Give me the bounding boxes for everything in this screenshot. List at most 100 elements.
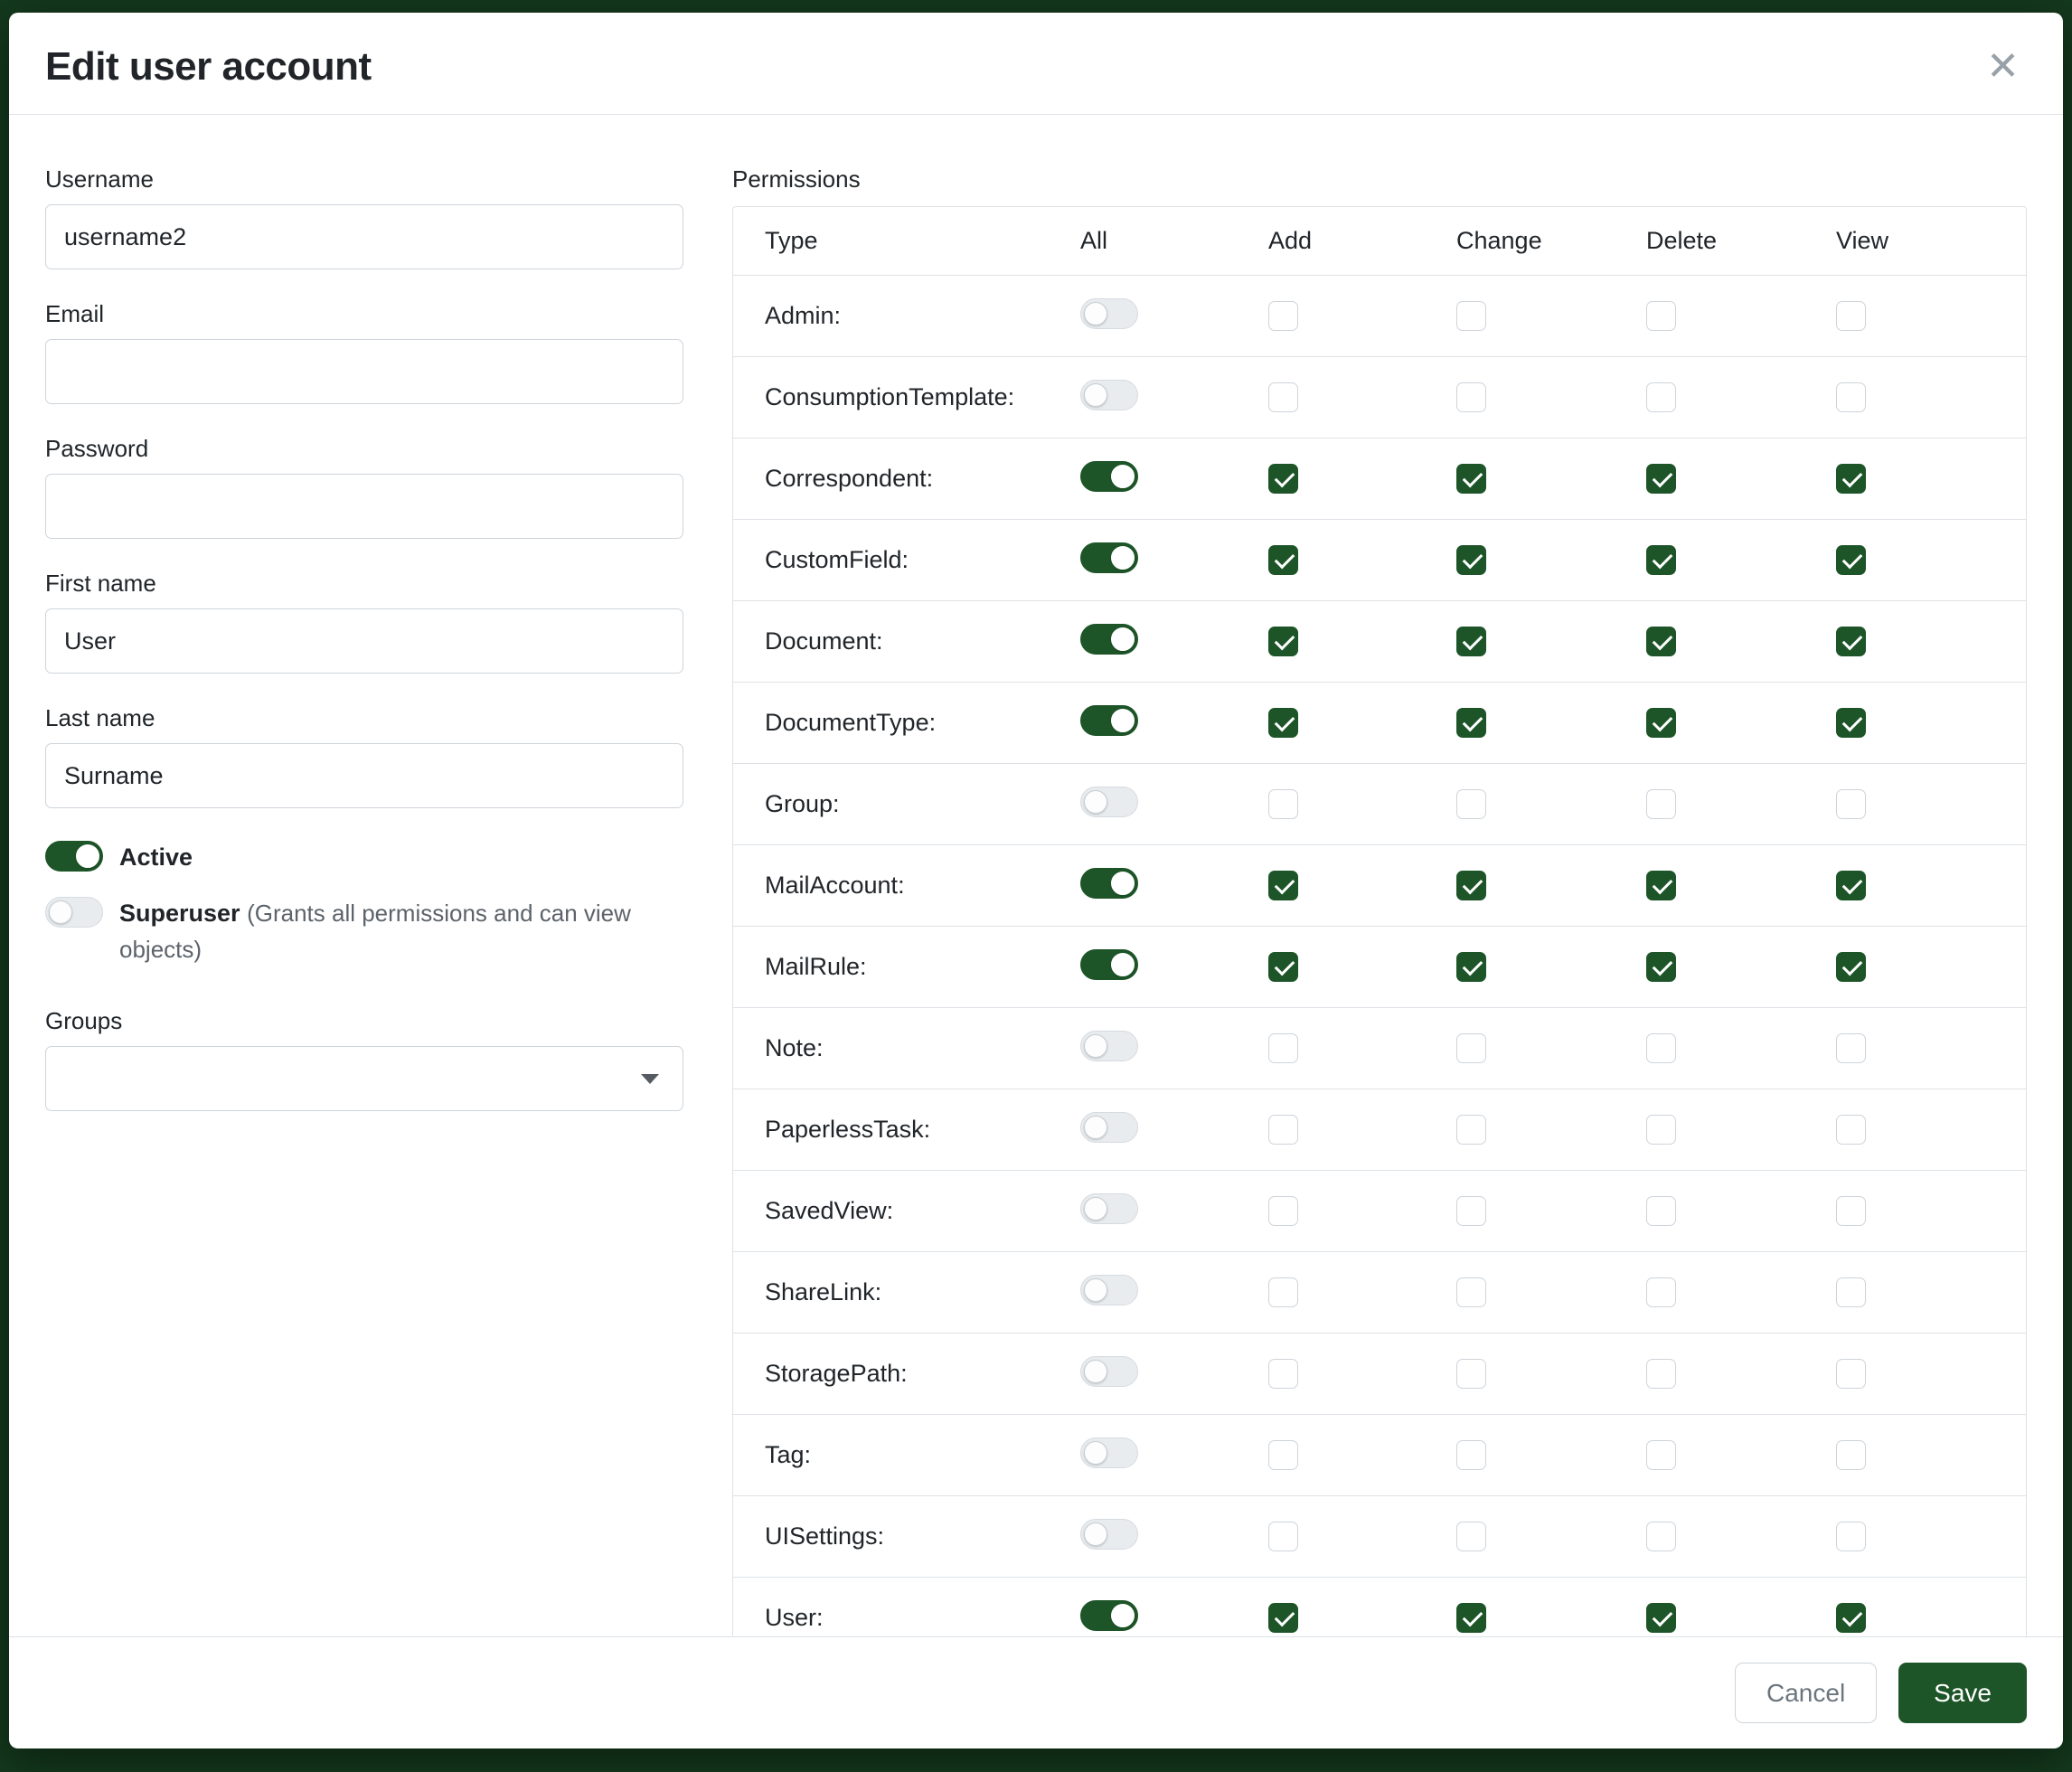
permission-delete-checkbox[interactable] [1646, 1359, 1676, 1389]
permission-change-checkbox[interactable] [1456, 1359, 1486, 1389]
permission-add-checkbox[interactable] [1268, 871, 1298, 900]
permission-change-checkbox[interactable] [1456, 1033, 1486, 1063]
permission-all-toggle[interactable] [1080, 949, 1138, 980]
permission-change-checkbox[interactable] [1456, 545, 1486, 575]
permission-change-checkbox[interactable] [1456, 301, 1486, 331]
permission-delete-checkbox[interactable] [1646, 1115, 1676, 1145]
permission-delete-checkbox[interactable] [1646, 1033, 1676, 1063]
permission-add-checkbox[interactable] [1268, 1522, 1298, 1551]
permission-delete-checkbox[interactable] [1646, 1603, 1676, 1633]
permission-view-checkbox[interactable] [1836, 1522, 1866, 1551]
permission-add-checkbox[interactable] [1268, 708, 1298, 738]
permission-add-checkbox[interactable] [1268, 1033, 1298, 1063]
permission-view-checkbox[interactable] [1836, 1033, 1866, 1063]
permission-add-checkbox[interactable] [1268, 1440, 1298, 1470]
email-input[interactable] [45, 339, 683, 404]
permission-all-toggle[interactable] [1080, 705, 1138, 736]
permission-view-checkbox[interactable] [1836, 708, 1866, 738]
permission-all-toggle[interactable] [1080, 542, 1138, 573]
permission-delete-checkbox[interactable] [1646, 382, 1676, 412]
permission-delete-checkbox[interactable] [1646, 1522, 1676, 1551]
permission-delete-checkbox[interactable] [1646, 464, 1676, 494]
permission-add-checkbox[interactable] [1268, 382, 1298, 412]
permission-delete-checkbox[interactable] [1646, 1440, 1676, 1470]
permission-view-checkbox[interactable] [1836, 952, 1866, 982]
permission-view-checkbox[interactable] [1836, 382, 1866, 412]
permission-change-checkbox[interactable] [1456, 1603, 1486, 1633]
permission-view-checkbox[interactable] [1836, 545, 1866, 575]
permission-add-checkbox[interactable] [1268, 301, 1298, 331]
permission-change-checkbox[interactable] [1456, 382, 1486, 412]
permission-add-checkbox[interactable] [1268, 952, 1298, 982]
permission-view-checkbox[interactable] [1836, 1277, 1866, 1307]
permission-add-checkbox[interactable] [1268, 464, 1298, 494]
permission-all-toggle[interactable] [1080, 1193, 1138, 1224]
permission-change-checkbox[interactable] [1456, 708, 1486, 738]
groups-select[interactable] [45, 1046, 683, 1111]
permission-add-checkbox[interactable] [1268, 1603, 1298, 1633]
permission-add-checkbox[interactable] [1268, 545, 1298, 575]
cancel-button[interactable]: Cancel [1735, 1663, 1877, 1723]
permission-view-checkbox[interactable] [1836, 1603, 1866, 1633]
permission-change-checkbox[interactable] [1456, 627, 1486, 656]
permission-view-checkbox[interactable] [1836, 1359, 1866, 1389]
permission-change-checkbox[interactable] [1456, 1277, 1486, 1307]
save-button[interactable]: Save [1898, 1663, 2027, 1723]
permission-view-checkbox[interactable] [1836, 464, 1866, 494]
permission-view-checkbox[interactable] [1836, 1440, 1866, 1470]
permission-add-checkbox[interactable] [1268, 1196, 1298, 1226]
password-input[interactable] [45, 474, 683, 539]
permission-delete-checkbox[interactable] [1646, 627, 1676, 656]
last-name-input[interactable] [45, 743, 683, 808]
permission-view-checkbox[interactable] [1836, 871, 1866, 900]
permission-change-checkbox[interactable] [1456, 464, 1486, 494]
first-name-input[interactable] [45, 608, 683, 674]
permission-all-toggle[interactable] [1080, 298, 1138, 329]
permission-all-toggle[interactable] [1080, 1031, 1138, 1061]
permission-all-toggle[interactable] [1080, 380, 1138, 410]
close-icon[interactable]: ✕ [1983, 43, 2023, 90]
permission-all-toggle[interactable] [1080, 1600, 1138, 1631]
permission-change-checkbox[interactable] [1456, 1440, 1486, 1470]
permission-view-checkbox[interactable] [1836, 1115, 1866, 1145]
permission-all-toggle[interactable] [1080, 1112, 1138, 1143]
permission-all-toggle[interactable] [1080, 624, 1138, 655]
permission-change-checkbox[interactable] [1456, 1522, 1486, 1551]
permission-all-toggle[interactable] [1080, 1356, 1138, 1387]
permission-delete-checkbox[interactable] [1646, 1277, 1676, 1307]
permission-change-checkbox[interactable] [1456, 952, 1486, 982]
permission-view-checkbox[interactable] [1836, 789, 1866, 819]
permission-delete-checkbox[interactable] [1646, 1196, 1676, 1226]
permission-view-checkbox[interactable] [1836, 1196, 1866, 1226]
permission-add-checkbox[interactable] [1268, 1115, 1298, 1145]
permission-add-checkbox[interactable] [1268, 1359, 1298, 1389]
permission-delete-checkbox[interactable] [1646, 301, 1676, 331]
groups-field-group: Groups [45, 1007, 683, 1111]
permission-add-checkbox[interactable] [1268, 1277, 1298, 1307]
active-toggle[interactable] [45, 841, 103, 872]
permission-all-cell [1080, 705, 1268, 740]
permission-all-toggle[interactable] [1080, 1437, 1138, 1468]
username-input[interactable] [45, 204, 683, 269]
permission-delete-checkbox[interactable] [1646, 708, 1676, 738]
permission-view-checkbox[interactable] [1836, 301, 1866, 331]
permission-view-checkbox[interactable] [1836, 627, 1866, 656]
permission-all-toggle[interactable] [1080, 868, 1138, 899]
permission-add-checkbox[interactable] [1268, 627, 1298, 656]
permission-all-toggle[interactable] [1080, 461, 1138, 492]
permission-delete-checkbox[interactable] [1646, 789, 1676, 819]
superuser-toggle[interactable] [45, 897, 103, 928]
table-row: MailAccount: [733, 844, 2026, 926]
permission-change-checkbox[interactable] [1456, 1115, 1486, 1145]
permission-delete-checkbox[interactable] [1646, 952, 1676, 982]
permission-add-checkbox[interactable] [1268, 789, 1298, 819]
permission-change-checkbox[interactable] [1456, 1196, 1486, 1226]
table-row: CustomField: [733, 519, 2026, 600]
permission-delete-checkbox[interactable] [1646, 545, 1676, 575]
permission-change-checkbox[interactable] [1456, 871, 1486, 900]
permission-all-toggle[interactable] [1080, 787, 1138, 817]
permission-delete-checkbox[interactable] [1646, 871, 1676, 900]
permission-all-toggle[interactable] [1080, 1275, 1138, 1305]
permission-change-checkbox[interactable] [1456, 789, 1486, 819]
permission-all-toggle[interactable] [1080, 1519, 1138, 1550]
